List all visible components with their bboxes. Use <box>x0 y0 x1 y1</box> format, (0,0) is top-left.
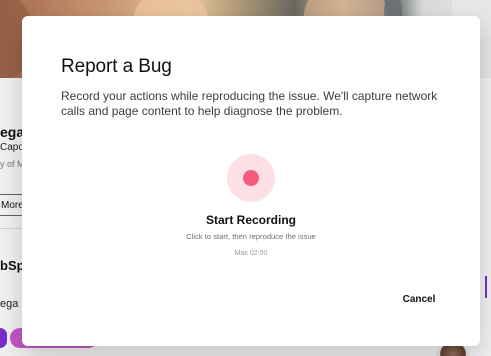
modal-title: Report a Bug <box>61 56 172 77</box>
start-recording-label: Start Recording <box>205 213 296 227</box>
modal-description: Record your actions while reproducing th… <box>61 89 438 118</box>
report-bug-modal: Report a Bug Record your actions while r… <box>22 16 480 346</box>
record-icon <box>243 170 259 186</box>
recording-max-duration: Max 02:00 <box>234 250 268 257</box>
recording-instructions: Click to start, then reproduce the issue <box>186 232 316 241</box>
start-recording-button[interactable] <box>227 154 275 202</box>
app-viewport: ega Capo y of M More bSp ega i Report a … <box>0 0 491 356</box>
cancel-button[interactable]: Cancel <box>399 291 439 309</box>
